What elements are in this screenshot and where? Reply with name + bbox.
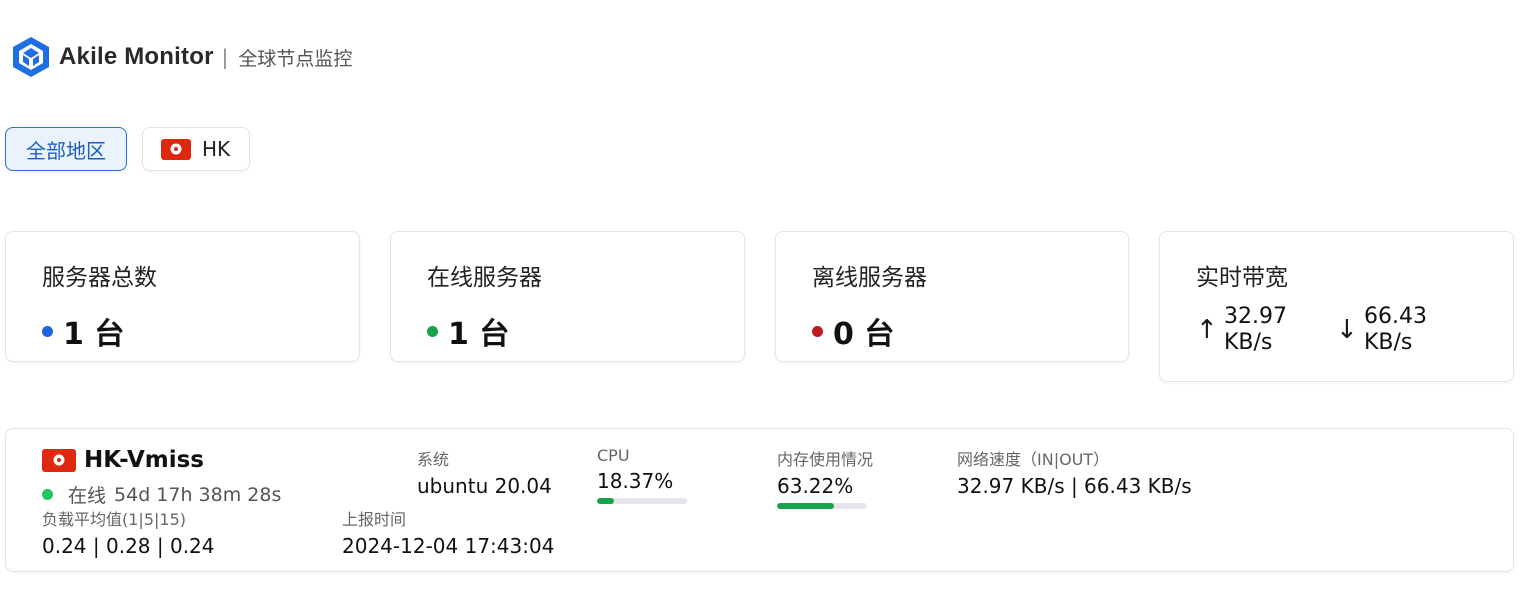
cpu-progress-fill [597,498,614,504]
server-status: 在线 54d 17h 38m 28s [42,481,281,508]
memory-value: 63.22% [777,474,854,498]
total-servers-value: 1 台 [63,317,125,352]
report-time-label: 上报时间 [342,510,407,529]
server-name: HK-Vmiss [84,447,204,473]
os-value: ubuntu 20.04 [417,474,552,498]
bandwidth-card: 实时带宽 ↑ 32.97 KB/s ↓ 66.43 KB/s [1159,231,1514,382]
offline-servers-value: 0 台 [833,317,895,352]
server-name-row: HK-Vmiss [42,447,204,473]
uptime-text: 54d 17h 38m 28s [114,483,282,506]
os-info: 系统 ubuntu 20.04 [417,446,552,498]
offline-servers-card: 离线服务器 0 台 [775,231,1129,362]
filter-all-regions-label: 全部地区 [26,138,106,163]
load-average: 负载平均值(1|5|15) 0.24 | 0.28 | 0.24 [42,506,215,558]
app-title: Akile Monitor [59,43,214,70]
report-time: 上报时间 2024-12-04 17:43:04 [342,506,554,558]
cpu-label: CPU [597,446,630,465]
online-servers-value-row: 1 台 [427,309,744,353]
offline-servers-value-row: 0 台 [812,309,1128,353]
bandwidth-down-value: 66.43 [1364,304,1427,329]
online-servers-card: 在线服务器 1 台 [390,231,745,362]
total-servers-title: 服务器总数 [42,265,157,291]
app-subtitle: 全球节点监控 [238,47,353,70]
akile-logo-icon [13,37,49,77]
cpu-value: 18.37% [597,469,674,493]
online-dot-icon [427,325,438,337]
filter-all-regions-button[interactable]: 全部地区 [5,127,127,171]
report-time-value: 2024-12-04 17:43:04 [342,534,555,558]
load-label: 负载平均值(1|5|15) [42,510,186,529]
memory-label: 内存使用情况 [777,450,874,469]
bandwidth-up: ↑ 32.97 KB/s [1196,304,1336,356]
memory-info: 内存使用情况 63.22% [777,446,873,509]
network-speed-info: 网络速度（IN|OUT） 32.97 KB/s | 66.43 KB/s [957,446,1192,498]
offline-dot-icon [812,325,823,337]
cpu-info: CPU 18.37% [597,446,687,504]
online-status-dot-icon [42,489,53,500]
bandwidth-up-unit: KB/s [1224,330,1273,355]
arrow-down-icon: ↓ [1336,315,1358,345]
load-value: 0.24 | 0.28 | 0.24 [42,534,215,558]
bandwidth-up-value: 32.97 [1224,304,1287,329]
hong-kong-flag-icon [42,448,76,472]
memory-progress-fill [777,503,834,509]
arrow-up-icon: ↑ [1196,315,1218,345]
total-servers-card: 服务器总数 1 台 [5,231,360,362]
bandwidth-values: ↑ 32.97 KB/s ↓ 66.43 KB/s [1196,304,1513,356]
total-servers-value-row: 1 台 [42,309,359,353]
filter-hk-button[interactable]: HK [142,127,250,171]
server-card[interactable]: HK-Vmiss 在线 54d 17h 38m 28s 负载平均值(1|5|15… [5,428,1514,572]
bandwidth-down-unit: KB/s [1364,330,1413,355]
online-servers-value: 1 台 [448,317,510,352]
title-separator: | [221,45,229,69]
online-servers-title: 在线服务器 [427,265,542,291]
region-filters: 全部地区 HK [5,127,250,171]
cpu-progress-bar [597,498,687,504]
memory-progress-bar [777,503,867,509]
hong-kong-flag-icon [161,138,191,160]
header: Akile Monitor | 全球节点监控 [12,36,352,78]
filter-hk-label: HK [202,137,231,161]
network-speed-label: 网络速度（IN|OUT） [957,450,1110,469]
total-dot-icon [42,325,53,337]
network-speed-value: 32.97 KB/s | 66.43 KB/s [957,474,1192,498]
offline-servers-title: 离线服务器 [812,265,927,291]
os-label: 系统 [417,450,450,469]
status-text: 在线 [68,485,107,507]
bandwidth-down: ↓ 66.43 KB/s [1336,304,1476,356]
bandwidth-title: 实时带宽 [1196,265,1288,291]
